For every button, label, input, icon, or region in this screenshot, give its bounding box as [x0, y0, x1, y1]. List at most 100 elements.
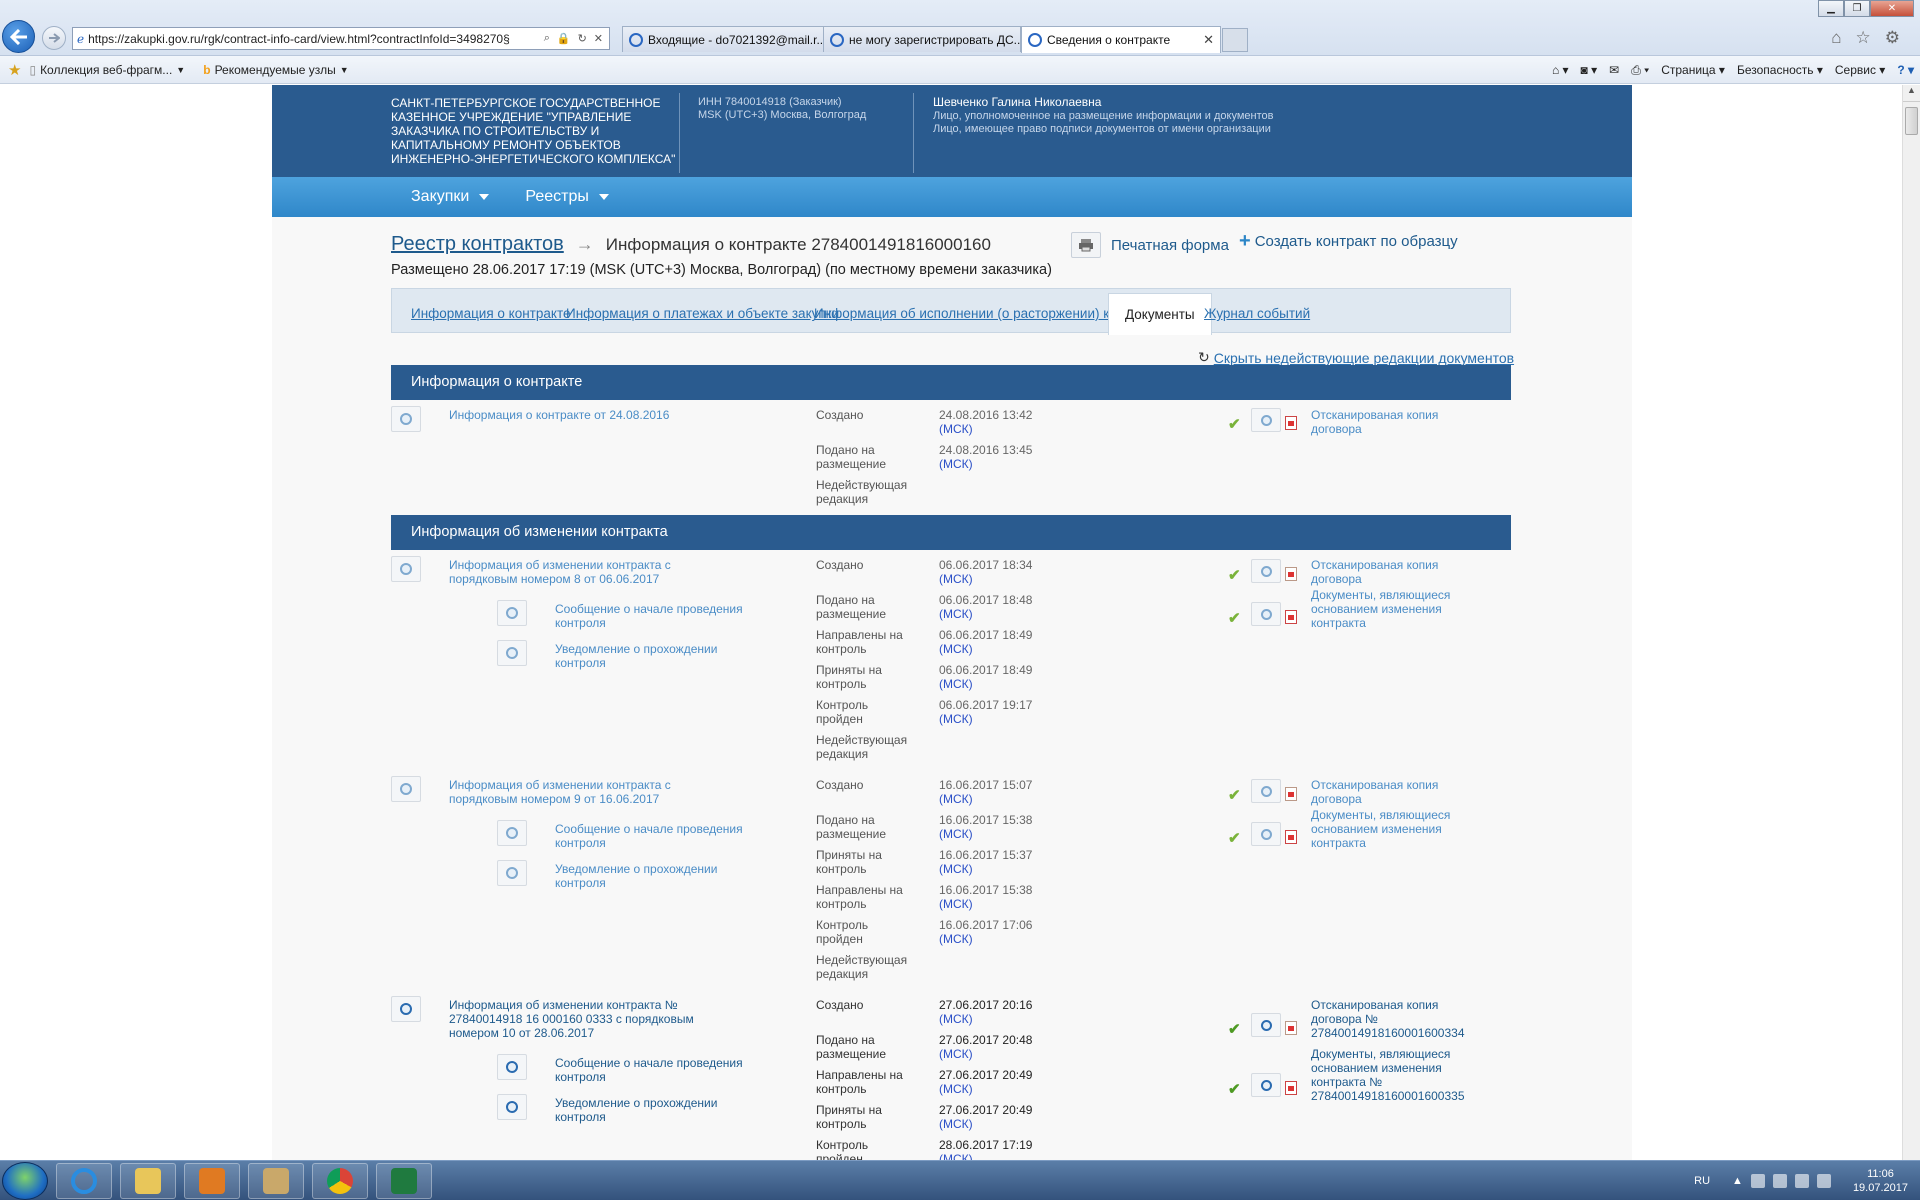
breadcrumb-link-registry[interactable]: Реестр контрактов [391, 233, 564, 256]
signature-icon[interactable] [497, 820, 527, 846]
address-bar[interactable]: ℯ https://zakupki.gov.ru/rgk/contract-in… [72, 27, 610, 50]
browser-tab-contract[interactable]: Сведения о контракте ✕ [1021, 26, 1221, 53]
page-menu[interactable]: Страница ▾ [1661, 63, 1725, 77]
language-indicator[interactable]: RU [1694, 1175, 1710, 1187]
close-window-button[interactable]: ✕ [1870, 0, 1914, 17]
favorites-recommended[interactable]: b Рекомендуемые узлы ▼ [203, 63, 348, 77]
taskbar-paint[interactable] [248, 1163, 304, 1199]
doc-link[interactable]: Сообщение о начале проведения контроля [555, 602, 755, 630]
home-icon[interactable]: ⌂ ▾ [1552, 63, 1569, 77]
menu-registries[interactable]: Реестры [525, 188, 609, 206]
mail-icon[interactable]: ✉ [1609, 63, 1619, 77]
menu-purchases[interactable]: Закупки [411, 188, 490, 206]
refresh-icon[interactable]: ↻ [578, 32, 587, 45]
tab-contract-info[interactable]: Информация о контракте [411, 306, 570, 321]
attachment-link[interactable]: Отсканированая копия договора [1311, 558, 1471, 586]
signature-icon[interactable] [497, 600, 527, 626]
status-label: Подано на размещение [816, 1033, 887, 1061]
flag-icon[interactable] [1794, 1174, 1809, 1188]
caret-down-icon [598, 194, 609, 200]
signature-icon[interactable] [391, 406, 421, 432]
security-menu[interactable]: Безопасность ▾ [1737, 63, 1823, 77]
printer-icon[interactable]: ⎙ ▾ [1631, 63, 1649, 78]
create-contract-button[interactable]: + Создать контракт по образцу [1239, 230, 1458, 253]
signature-icon[interactable] [1251, 559, 1281, 583]
signature-icon[interactable] [497, 1094, 527, 1120]
antivirus-icon[interactable] [1750, 1174, 1765, 1188]
close-tab-icon[interactable]: ✕ [1203, 32, 1214, 48]
taskbar-explorer[interactable] [120, 1163, 176, 1199]
signature-icon[interactable] [391, 996, 421, 1022]
hide-inactive-link[interactable]: ↻ Скрыть недействующие редакции документ… [1198, 349, 1514, 366]
tray-up-icon[interactable]: ▲ [1732, 1175, 1743, 1187]
attachment-link[interactable]: Отсканированая копия договора № 27840014… [1311, 998, 1471, 1040]
attachment-link[interactable]: Отсканированая копия договора [1311, 408, 1471, 436]
minimize-button[interactable]: ▁ [1818, 0, 1844, 17]
status-label: Контроль пройден [816, 918, 869, 946]
browser-tab-forum[interactable]: не могу зарегистрировать ДС... [823, 26, 1021, 52]
signature-icon[interactable] [1251, 822, 1281, 846]
vertical-scrollbar[interactable]: ▲ [1902, 85, 1920, 1160]
stop-icon[interactable]: ✕ [594, 32, 603, 45]
forward-button[interactable] [42, 26, 66, 50]
taskbar-ie[interactable] [56, 1163, 112, 1199]
rss-icon[interactable]: ◙ ▾ [1581, 63, 1598, 77]
service-menu[interactable]: Сервис ▾ [1835, 63, 1885, 77]
taskbar-excel[interactable] [376, 1163, 432, 1199]
search-icon[interactable]: ⌕ [544, 32, 550, 45]
signature-icon[interactable] [497, 1054, 527, 1080]
star-icon[interactable]: ☆ [1856, 28, 1871, 48]
maximize-button[interactable]: ❐ [1844, 0, 1870, 17]
chevron-down-icon: ▼ [176, 64, 186, 75]
doc-link[interactable]: Уведомление о прохождении контроля [555, 1096, 755, 1124]
signature-icon[interactable] [391, 776, 421, 802]
doc-link[interactable]: Сообщение о начале проведения контроля [555, 822, 755, 850]
status-value: 16.06.2017 15:38 (МСК) [939, 813, 1033, 841]
signature-icon[interactable] [1251, 779, 1281, 803]
status-value: 27.06.2017 20:49 (МСК) [939, 1103, 1033, 1131]
check-icon: ✔ [1228, 1081, 1241, 1098]
signature-icon[interactable] [1251, 1013, 1281, 1037]
doc-link[interactable]: Информация о контракте от 24.08.2016 [449, 408, 689, 422]
lock-icon[interactable]: 🔒 [557, 32, 571, 45]
doc-link[interactable]: Информация об изменении контракта с поря… [449, 778, 689, 806]
tab-payments[interactable]: Информация о платежах и объекте закупки [566, 306, 839, 321]
home-icon[interactable]: ⌂ [1831, 28, 1841, 48]
doc-link[interactable]: Уведомление о прохождении контроля [555, 862, 755, 890]
doc-link[interactable]: Сообщение о начале проведения контроля [555, 1056, 755, 1084]
favorites-star-icon[interactable]: ★ [8, 61, 21, 79]
doc-link[interactable]: Информация об изменении контракта № 2784… [449, 998, 699, 1040]
signature-icon[interactable] [497, 860, 527, 886]
signature-icon[interactable] [1251, 1073, 1281, 1097]
scroll-up-icon[interactable]: ▲ [1903, 85, 1920, 102]
media-player-icon [199, 1168, 225, 1194]
signature-icon[interactable] [1251, 602, 1281, 626]
doc-link[interactable]: Информация об изменении контракта с поря… [449, 558, 689, 586]
attachment-link[interactable]: Отсканированая копия договора [1311, 778, 1471, 806]
attachment-link[interactable]: Документы, являющиеся основанием изменен… [1311, 1047, 1471, 1103]
start-button[interactable] [2, 1162, 48, 1200]
clock[interactable]: 11:06 19.07.2017 [1853, 1167, 1908, 1195]
scrollbar-thumb[interactable] [1905, 107, 1918, 135]
browser-tab-mail[interactable]: Входящие - do7021392@mail.r... [622, 26, 824, 52]
volume-icon[interactable] [1816, 1174, 1831, 1188]
help-icon[interactable]: ? ▾ [1897, 63, 1914, 77]
signature-icon[interactable] [497, 640, 527, 666]
new-tab-button[interactable] [1222, 28, 1248, 52]
gear-icon[interactable]: ⚙ [1885, 28, 1900, 48]
print-form-button[interactable]: Печатная форма [1071, 232, 1229, 258]
taskbar-chrome[interactable] [312, 1163, 368, 1199]
tab-journal[interactable]: Журнал событий [1204, 306, 1310, 321]
back-button[interactable] [2, 20, 35, 53]
tab-documents[interactable]: Документы [1108, 293, 1212, 335]
attachment-link[interactable]: Документы, являющиеся основанием изменен… [1311, 808, 1471, 850]
attachment-link[interactable]: Документы, являющиеся основанием изменен… [1311, 588, 1471, 630]
signature-icon[interactable] [1251, 408, 1281, 432]
network-icon[interactable] [1772, 1174, 1787, 1188]
favorites-collection[interactable]: ▯ Коллекция веб-фрагм... ▼ [29, 63, 185, 77]
org-name: САНКТ-ПЕТЕРБУРГСКОЕ ГОСУДАРСТВЕННОЕ КАЗЕ… [391, 96, 676, 166]
signature-icon[interactable] [391, 556, 421, 582]
doc-link[interactable]: Уведомление о прохождении контроля [555, 642, 755, 670]
status-value: 16.06.2017 15:38 (МСК) [939, 883, 1033, 911]
taskbar-media[interactable] [184, 1163, 240, 1199]
